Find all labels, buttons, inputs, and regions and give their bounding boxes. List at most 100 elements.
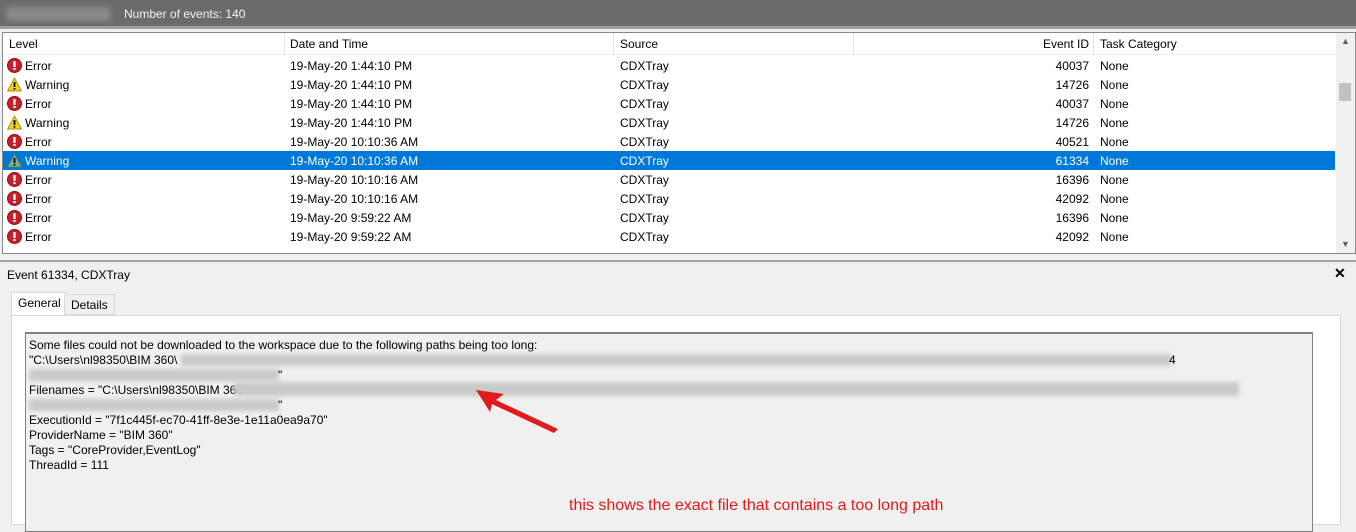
cell-event-id: 40521: [1055, 135, 1089, 149]
scroll-thumb[interactable]: [1339, 83, 1351, 101]
event-detail-pane: Event 61334, CDXTray ✕ General Details S…: [0, 260, 1356, 532]
cell-source: CDXTray: [620, 78, 669, 92]
cell-task-category: None: [1100, 173, 1129, 187]
cell-date: 19-May-20 10:10:16 AM: [290, 192, 419, 206]
scroll-down-icon[interactable]: ▼: [1341, 239, 1350, 249]
column-event-id[interactable]: Event ID: [1043, 37, 1089, 51]
column-source[interactable]: Source: [620, 37, 658, 51]
close-icon[interactable]: ✕: [1334, 265, 1346, 282]
desc-line: ProviderName = "BIM 360": [29, 428, 173, 442]
cell-event-id: 42092: [1055, 230, 1089, 244]
table-row[interactable]: Error 19-May-20 9:59:22 AM CDXTray 16396 Non…: [3, 208, 1335, 227]
table-row[interactable]: Error 19-May-20 10:10:16 AM CDXTray 16396 No…: [3, 170, 1335, 189]
desc-line: "C:\Users\nl98350\BIM 360\: [29, 353, 178, 367]
cell-task-category: None: [1100, 211, 1129, 225]
cell-date: 19-May-20 1:44:10 PM: [290, 59, 413, 73]
cell-level: Warning: [25, 154, 70, 168]
warning-icon: [6, 153, 23, 168]
event-list[interactable]: Level Date and Time Source Event ID Task…: [2, 32, 1356, 254]
desc-line: Filenames = "C:\Users\nl98350\BIM 360\: [29, 383, 247, 397]
event-count: Number of events: 140: [124, 7, 246, 21]
desc-line: ThreadId = 111: [29, 458, 109, 472]
scroll-up-icon[interactable]: ▲: [1341, 36, 1350, 46]
tab-details[interactable]: Details: [64, 294, 115, 315]
cell-task-category: None: [1100, 135, 1129, 149]
annotation-arrow-icon: [476, 390, 558, 433]
tab-general[interactable]: General: [11, 292, 68, 315]
desc-line: ExecutionId = "7f1c445f-ec70-41ff-8e3e-1…: [29, 413, 328, 427]
cell-task-category: None: [1100, 116, 1129, 130]
table-row[interactable]: Error 19-May-20 1:44:10 PM CDXTray 40037 Non…: [3, 94, 1335, 113]
error-icon: [7, 229, 22, 244]
redacted-path: [181, 354, 1171, 366]
cell-event-id: 42092: [1055, 192, 1089, 206]
column-date[interactable]: Date and Time: [290, 37, 368, 51]
cell-event-id: 16396: [1055, 211, 1089, 225]
cell-date: 19-May-20 10:10:16 AM: [290, 173, 419, 187]
table-row[interactable]: Error 19-May-20 10:10:36 AM CDXTray 40521 No…: [3, 132, 1335, 151]
redacted-log-name: [6, 7, 110, 21]
cell-event-id: 40037: [1055, 97, 1089, 111]
cell-task-category: None: [1100, 192, 1129, 206]
cell-source: CDXTray: [620, 230, 669, 244]
desc-line: Tags = "CoreProvider,EventLog": [29, 443, 201, 457]
table-row[interactable]: Error 19-May-20 1:44:10 PM CDXTray 40037 Non…: [3, 56, 1335, 75]
cell-source: CDXTray: [620, 135, 669, 149]
cell-level: Warning: [25, 78, 70, 92]
cell-task-category: None: [1100, 97, 1129, 111]
error-icon: [7, 96, 22, 111]
cell-level: Error: [25, 97, 52, 111]
error-icon: [7, 210, 22, 225]
cell-level: Error: [25, 173, 52, 187]
desc-line: ": [278, 398, 283, 412]
table-row[interactable]: Warning 19-May-20 1:44:10 PM CDXTray 14726 N…: [3, 113, 1335, 132]
cell-level: Error: [25, 59, 52, 73]
desc-line-end: 4: [1169, 353, 1176, 367]
partial-row: [3, 246, 1335, 253]
table-row[interactable]: Warning 19-May-20 10:10:36 AM CDXTray 61334…: [3, 151, 1335, 170]
desc-line: Some files could not be downloaded to th…: [29, 338, 538, 352]
column-level[interactable]: Level: [9, 37, 38, 51]
cell-source: CDXTray: [620, 97, 669, 111]
annotation-text: this shows the exact file that contains …: [569, 497, 944, 514]
cell-source: CDXTray: [620, 154, 669, 168]
table-row[interactable]: Warning 19-May-20 1:44:10 PM CDXTray 14726 N…: [3, 75, 1335, 94]
error-icon: [7, 134, 22, 149]
cell-date: 19-May-20 1:44:10 PM: [290, 97, 413, 111]
cell-level: Error: [25, 192, 52, 206]
column-header: Level Date and Time Source Event ID Task…: [3, 33, 1337, 55]
cell-source: CDXTray: [620, 59, 669, 73]
column-task-category[interactable]: Task Category: [1100, 37, 1177, 51]
redacted-path: [29, 369, 279, 381]
detail-title: Event 61334, CDXTray: [7, 268, 130, 282]
cell-date: 19-May-20 9:59:22 AM: [290, 211, 412, 225]
error-icon: [7, 58, 22, 73]
redacted-path: [234, 382, 1239, 396]
cell-source: CDXTray: [620, 173, 669, 187]
cell-level: Error: [25, 230, 52, 244]
cell-task-category: None: [1100, 78, 1129, 92]
error-icon: [7, 191, 22, 206]
cell-source: CDXTray: [620, 192, 669, 206]
warning-icon: [6, 115, 23, 130]
cell-source: CDXTray: [620, 116, 669, 130]
cell-source: CDXTray: [620, 211, 669, 225]
table-row[interactable]: Error 19-May-20 9:59:22 AM CDXTray 42092 Non…: [3, 227, 1335, 246]
table-row[interactable]: Error 19-May-20 10:10:16 AM CDXTray 42092 No…: [3, 189, 1335, 208]
warning-icon: [6, 77, 23, 92]
cell-event-id: 16396: [1055, 173, 1089, 187]
redacted-path: [29, 399, 279, 411]
cell-task-category: None: [1100, 59, 1129, 73]
cell-date: 19-May-20 9:59:22 AM: [290, 230, 412, 244]
event-description[interactable]: Some files could not be downloaded to th…: [25, 332, 1313, 532]
cell-level: Error: [25, 135, 52, 149]
scrollbar[interactable]: ▲ ▼: [1336, 33, 1355, 253]
cell-event-id: 40037: [1055, 59, 1089, 73]
cell-date: 19-May-20 1:44:10 PM: [290, 116, 413, 130]
cell-task-category: None: [1100, 154, 1129, 168]
desc-line: ": [278, 368, 283, 382]
cell-date: 19-May-20 10:10:36 AM: [290, 154, 419, 168]
cell-date: 19-May-20 1:44:10 PM: [290, 78, 413, 92]
title-bar: Number of events: 140: [0, 0, 1356, 29]
cell-event-id: 14726: [1055, 78, 1089, 92]
